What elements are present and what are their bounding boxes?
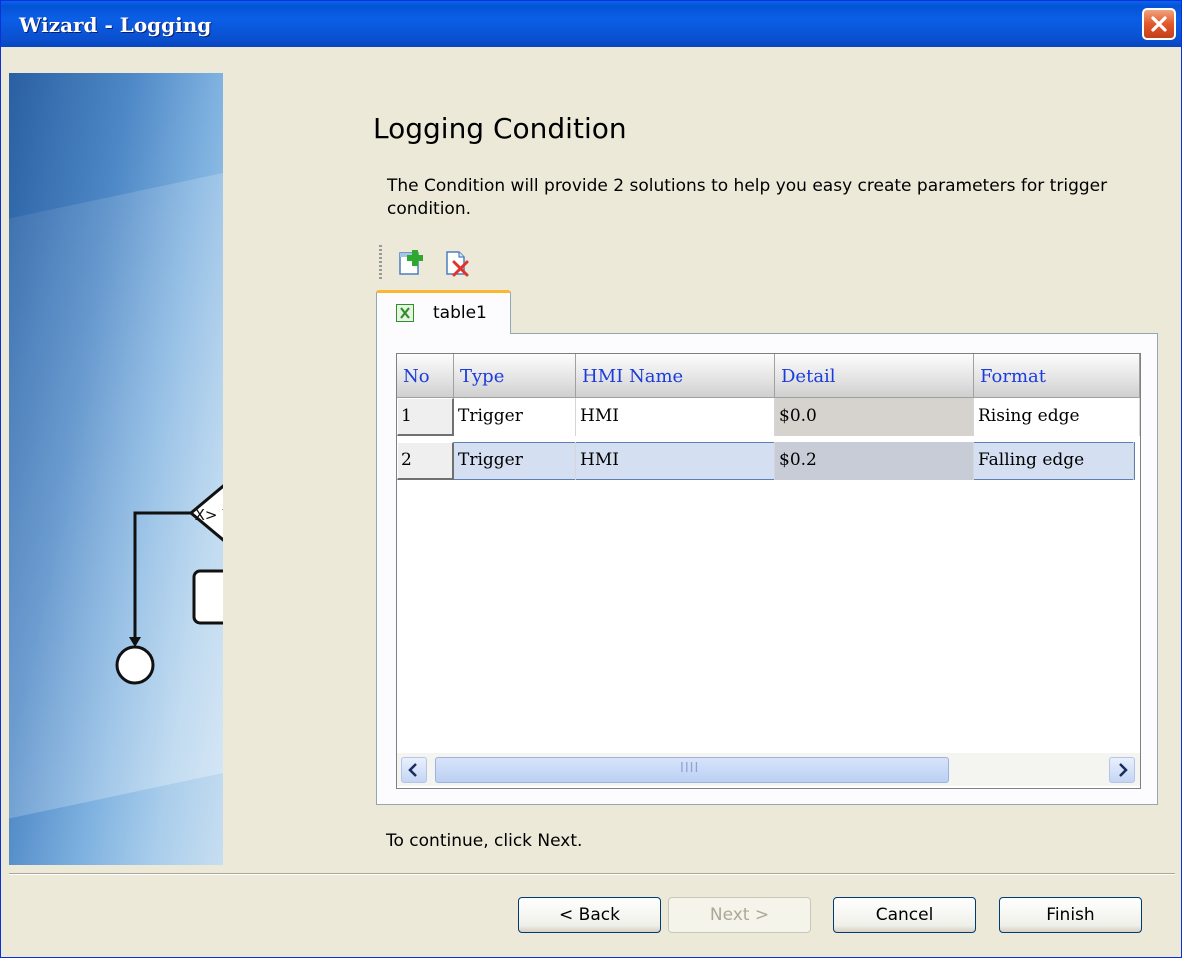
type-cell[interactable]: Trigger [454,398,576,436]
tab-table1[interactable]: table1 [376,290,511,334]
cancel-button[interactable]: Cancel [833,897,976,933]
close-button[interactable] [1142,8,1176,40]
add-table-button[interactable] [397,249,425,277]
excel-table-icon [396,304,414,322]
scroll-right-button[interactable] [1109,757,1135,783]
continue-hint: To continue, click Next. [386,831,583,851]
wizard-side-image: X> Y [9,73,223,865]
delete-table-button[interactable] [443,249,471,277]
next-button[interactable]: Next > [668,897,811,933]
hmi-name-cell[interactable]: HMI [576,398,775,436]
title-bar[interactable]: Wizard - Logging [1,1,1181,47]
tab-label: table1 [433,303,487,323]
delete-table-icon [446,251,469,277]
chevron-right-icon [1119,763,1128,777]
format-cell[interactable]: Rising edge [974,398,1140,436]
flowchart-illustration: X> Y [115,484,223,685]
wizard-window: Wizard - Logging X> Logging Condition Th… [0,0,1182,958]
condition-grid[interactable]: No Type HMI Name Detail Format 1 Trigger… [396,353,1141,789]
column-header-detail[interactable]: Detail [775,354,974,398]
window-title: Wizard - Logging [19,13,212,37]
detail-cell[interactable]: $0.2 [775,442,974,480]
row-number-cell[interactable]: 1 [397,398,454,436]
scroll-thumb[interactable]: IIII [435,757,949,783]
page-title: Logging Condition [373,112,627,145]
chevron-left-icon [408,763,417,777]
scroll-left-button[interactable] [401,757,427,783]
close-icon [1151,16,1167,32]
back-button[interactable]: < Back [518,897,661,933]
column-header-format[interactable]: Format [974,354,1140,398]
add-table-icon [399,250,423,275]
row-number-cell[interactable]: 2 [397,442,454,480]
decision-label: X> Y [195,506,223,524]
flow-end-circle-left [115,645,155,685]
column-header-no[interactable]: No [397,354,454,398]
finish-button[interactable]: Finish [999,897,1142,933]
detail-cell[interactable]: $0.0 [775,398,974,436]
table-row[interactable]: 1 Trigger HMI $0.0 Rising edge [397,398,1140,436]
flow-process-box [192,569,223,625]
button-separator [9,873,1175,875]
toolbar-grip[interactable] [379,245,382,281]
hmi-name-cell[interactable]: HMI [576,442,775,480]
horizontal-scrollbar[interactable]: IIII [397,753,1140,786]
table-row-selected[interactable]: 2 Trigger HMI $0.2 Falling edge [397,442,1135,480]
column-header-type[interactable]: Type [454,354,576,398]
page-description: The Condition will provide 2 solutions t… [387,176,1108,219]
type-cell[interactable]: Trigger [454,442,576,480]
column-header-hmi-name[interactable]: HMI Name [576,354,775,398]
format-cell[interactable]: Falling edge [974,442,1134,480]
